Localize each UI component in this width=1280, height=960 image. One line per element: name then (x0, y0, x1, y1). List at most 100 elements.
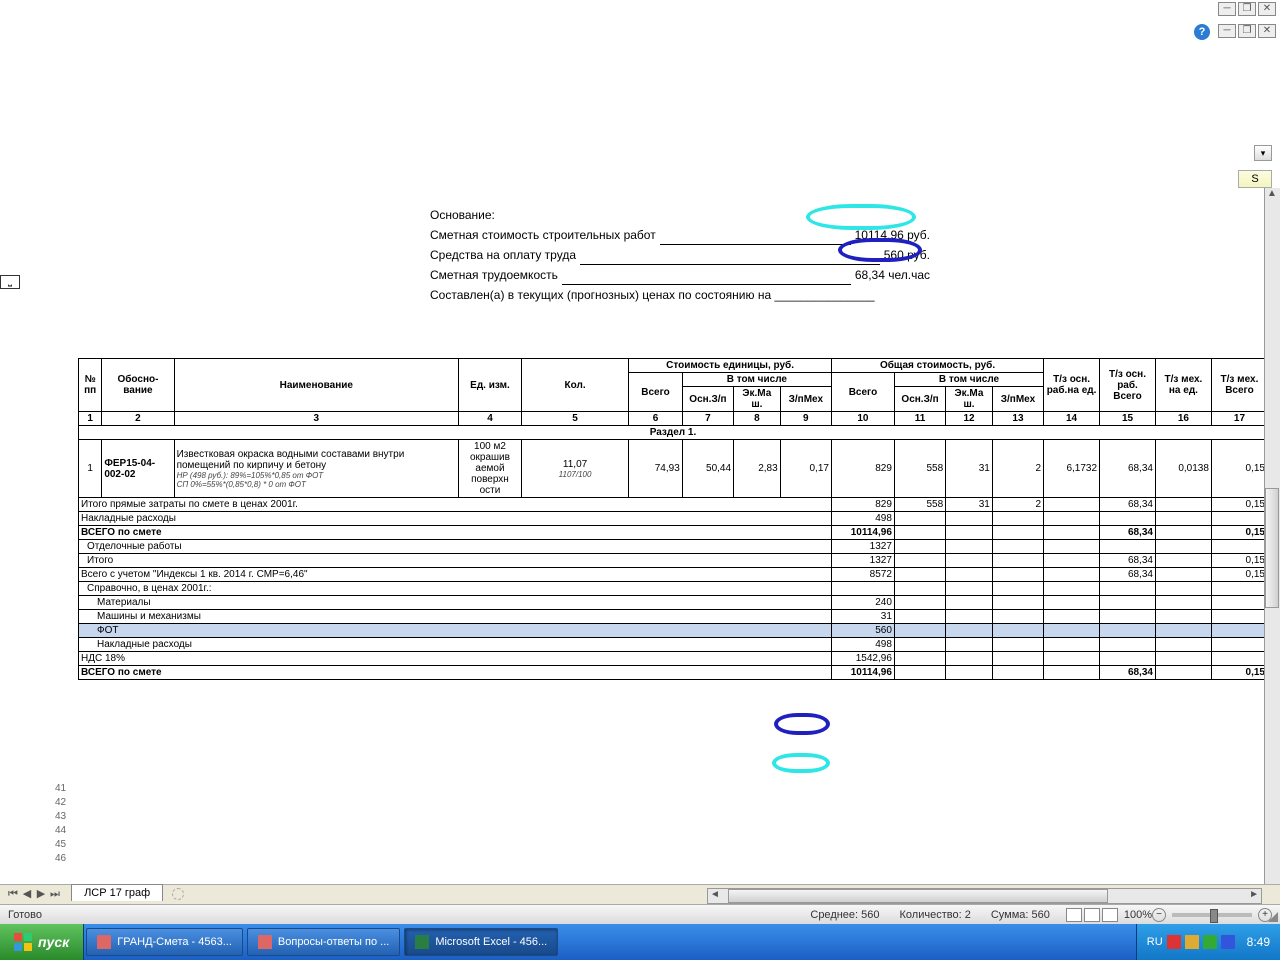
zoom-slider[interactable] (1172, 913, 1252, 917)
scrollbar-thumb[interactable] (728, 889, 1108, 903)
taskbar-item[interactable]: Вопросы-ответы по ... (247, 928, 400, 956)
cell (1044, 652, 1100, 666)
table-row[interactable]: 1ФЕР15-04-002-02Известковая окраска водн… (79, 440, 1268, 498)
summary-label: Итого (79, 554, 832, 568)
cell (894, 624, 945, 638)
cell (894, 526, 945, 540)
col-header: Осн.З/п (894, 387, 945, 412)
restore-button[interactable]: ❐ (1238, 2, 1256, 16)
row-number[interactable]: 42 (55, 796, 66, 810)
status-average: Среднее: 560 (810, 909, 879, 921)
system-tray[interactable]: RU 8:49 (1136, 924, 1280, 960)
tray-icon[interactable] (1203, 935, 1217, 949)
cell (1044, 498, 1100, 512)
summary-row[interactable]: ВСЕГО по смете10114,9668,340,15 (79, 526, 1268, 540)
table-body: Раздел 1.1ФЕР15-04-002-02Известковая окр… (79, 426, 1268, 680)
summary-label: ВСЕГО по смете (79, 526, 832, 540)
vertical-scrollbar[interactable] (1264, 188, 1280, 902)
dropdown-button[interactable]: ▾ (1254, 145, 1272, 161)
summary-row[interactable]: ВСЕГО по смете10114,9668,340,15 (79, 666, 1268, 680)
start-button[interactable]: пуск (0, 924, 84, 960)
row-number[interactable]: 43 (55, 810, 66, 824)
col-header: Т/з мех. Всего (1211, 359, 1267, 412)
cell (894, 512, 945, 526)
cell: 1327 (831, 540, 894, 554)
taskbar-item[interactable]: Microsoft Excel - 456... (404, 928, 558, 956)
num-header: 15 (1100, 412, 1156, 426)
sheet-tabs-bar: ⏮◀▶⏭ ЛСР 17 граф (0, 884, 1280, 904)
cell: 0,15 (1211, 440, 1267, 498)
taskbar-item[interactable]: ГРАНД-Смета - 4563... (86, 928, 243, 956)
summary-row[interactable]: Справочно, в ценах 2001г.: (79, 582, 1268, 596)
row-number[interactable]: 44 (55, 824, 66, 838)
cell (1155, 596, 1211, 610)
summary-row[interactable]: Материалы240 (79, 596, 1268, 610)
sheet-tab-active[interactable]: ЛСР 17 граф (71, 884, 163, 901)
row-number[interactable]: 45 (55, 838, 66, 852)
minimize-button[interactable]: ─ (1218, 2, 1236, 16)
summary-row[interactable]: Итого прямые затраты по смете в ценах 20… (79, 498, 1268, 512)
row-number[interactable]: 46 (55, 852, 66, 866)
cell (1044, 554, 1100, 568)
num-header: 11 (894, 412, 945, 426)
summary-row[interactable]: Машины и механизмы31 (79, 610, 1268, 624)
clock[interactable]: 8:49 (1247, 935, 1270, 949)
summary-row[interactable]: НДС 18%1542,96 (79, 652, 1268, 666)
scrollbar-thumb[interactable] (1265, 488, 1279, 608)
resize-handle-icon[interactable] (1264, 908, 1280, 924)
cell (946, 512, 993, 526)
column-header-s[interactable]: S (1238, 170, 1272, 188)
cell: 0,15 (1211, 568, 1267, 582)
summary-row[interactable]: Всего с учетом "Индексы 1 кв. 2014 г. СМ… (79, 568, 1268, 582)
col-header: Наименование (174, 359, 458, 412)
col-header: Обосно- вание (102, 359, 174, 412)
summary-label: Накладные расходы (79, 638, 832, 652)
summary-row[interactable]: Накладные расходы498 (79, 512, 1268, 526)
cell (1155, 652, 1211, 666)
summary-label: НДС 18% (79, 652, 832, 666)
tray-icon[interactable] (1167, 935, 1181, 949)
cell (946, 554, 993, 568)
laboriousness-value: 68,34 чел.час (855, 265, 930, 285)
tab-nav-buttons[interactable]: ⏮◀▶⏭ (0, 885, 68, 903)
summary-row[interactable]: ФОТ560 (79, 624, 1268, 638)
cell (894, 666, 945, 680)
minimize-button[interactable]: ─ (1218, 24, 1236, 38)
cell: 31 (946, 440, 993, 498)
zoom-out-button[interactable]: − (1152, 908, 1166, 922)
close-button[interactable]: ✕ (1258, 2, 1276, 16)
new-sheet-icon[interactable] (172, 888, 184, 900)
cell (946, 582, 993, 596)
tray-icon[interactable] (1221, 935, 1235, 949)
cell: 68,34 (1100, 666, 1156, 680)
cell (1044, 666, 1100, 680)
summary-row[interactable]: Отделочные работы1327 (79, 540, 1268, 554)
taskbar-item-label: Вопросы-ответы по ... (278, 936, 389, 948)
zoom-level[interactable]: 100% (1124, 909, 1152, 921)
row-number[interactable]: 41 (55, 782, 66, 796)
restore-button[interactable]: ❐ (1238, 24, 1256, 38)
view-mode-icons[interactable] (1066, 908, 1118, 922)
cell (1155, 554, 1211, 568)
cell: 68,34 (1100, 498, 1156, 512)
cell-qty: 11,071107/100 (521, 440, 628, 498)
cost-label: Сметная стоимость строительных работ (430, 225, 656, 245)
page-guide-marker: ⎵ (0, 275, 20, 289)
cell (992, 666, 1043, 680)
help-icon[interactable]: ? (1194, 24, 1210, 40)
cell: 68,34 (1100, 568, 1156, 582)
cell (1211, 582, 1267, 596)
summary-row[interactable]: Накладные расходы498 (79, 638, 1268, 652)
document-header: Основание: Сметная стоимость строительны… (430, 205, 930, 305)
tray-icon[interactable] (1185, 935, 1199, 949)
cell: 50,44 (682, 440, 733, 498)
summary-row[interactable]: Итого132768,340,15 (79, 554, 1268, 568)
cell: 0,15 (1211, 554, 1267, 568)
cell (946, 624, 993, 638)
close-button[interactable]: ✕ (1258, 24, 1276, 38)
app-icon (97, 935, 111, 949)
num-header: 7 (682, 412, 733, 426)
language-indicator[interactable]: RU (1147, 936, 1163, 948)
taskbar-item-label: ГРАНД-Смета - 4563... (117, 936, 232, 948)
horizontal-scrollbar[interactable] (707, 888, 1262, 904)
